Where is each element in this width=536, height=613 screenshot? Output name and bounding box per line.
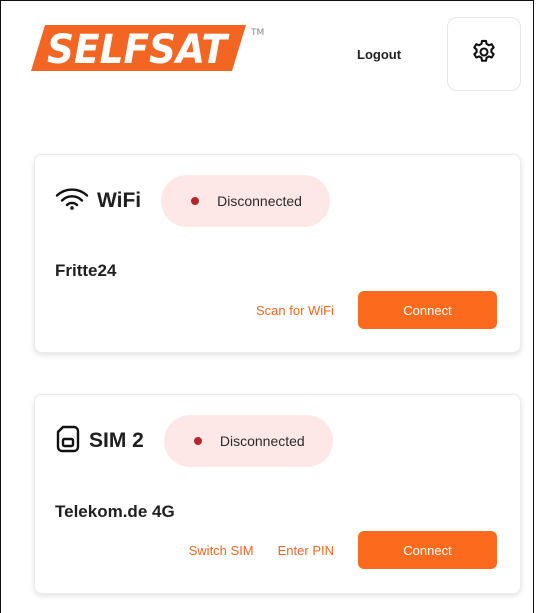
wifi-status-text: Disconnected (217, 193, 302, 209)
logo-text: SELFSAT (47, 27, 230, 73)
status-dot (193, 437, 202, 445)
sim-actions: Switch SIM Enter PIN Connect (189, 531, 497, 569)
app-frame: SELFSAT TM Logout WiFi Disconnected Frit… (0, 0, 534, 613)
sim-status-text: Disconnected (219, 433, 305, 449)
wifi-status-badge: Disconnected (161, 175, 330, 227)
status-dot (191, 197, 200, 205)
trademark-mark: TM (250, 28, 264, 38)
wifi-card-header: WiFi Disconnected (55, 175, 330, 227)
sim-title: SIM 2 (89, 429, 144, 452)
wifi-actions: Scan for WiFi Connect (256, 291, 497, 329)
wifi-icon (55, 187, 89, 215)
logout-link[interactable]: Logout (357, 47, 401, 62)
sim-connect-button[interactable]: Connect (358, 531, 497, 569)
sim-network-name: Telekom.de 4G (55, 502, 175, 521)
sim-card: SIM 2 Disconnected Telekom.de 4G Switch … (34, 394, 521, 594)
settings-button[interactable] (447, 17, 521, 91)
wifi-card: WiFi Disconnected Fritte24 Scan for WiFi… (34, 154, 521, 353)
sim-card-header: SIM 2 Disconnected (55, 415, 333, 467)
wifi-connect-button[interactable]: Connect (358, 291, 497, 329)
sim-card-icon (55, 425, 81, 458)
selfsat-logo: SELFSAT TM (31, 21, 266, 79)
wifi-title: WiFi (97, 189, 142, 212)
scan-wifi-link[interactable]: Scan for WiFi (256, 303, 334, 318)
switch-sim-link[interactable]: Switch SIM (189, 543, 254, 558)
gear-icon (470, 38, 498, 71)
wifi-network-name: Fritte24 (55, 261, 117, 280)
enter-pin-link[interactable]: Enter PIN (278, 543, 334, 558)
sim-status-badge: Disconnected (163, 415, 333, 467)
